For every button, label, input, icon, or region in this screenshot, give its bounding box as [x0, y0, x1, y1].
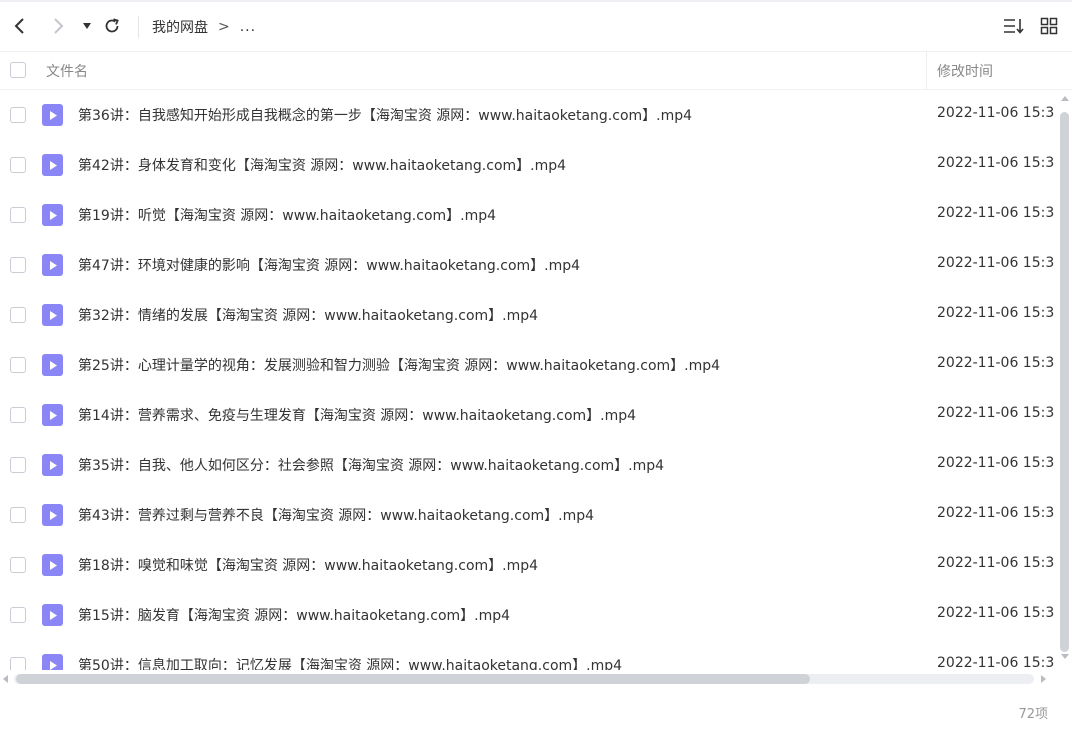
- file-name[interactable]: 第35讲：自我、他人如何区分：社会参照【海淘宝资 源网：www.haitaoke…: [78, 455, 664, 475]
- row-checkbox[interactable]: [10, 257, 26, 273]
- video-file-icon: [42, 154, 63, 176]
- row-checkbox[interactable]: [10, 557, 26, 573]
- file-row[interactable]: 第42讲：身体发育和变化【海淘宝资 源网：www.haitaoketang.co…: [0, 140, 1058, 190]
- sort-button[interactable]: [1003, 15, 1025, 37]
- refresh-icon: [105, 18, 119, 33]
- row-checkbox[interactable]: [10, 507, 26, 523]
- history-dropdown-button[interactable]: [76, 15, 98, 37]
- video-file-icon: [42, 504, 63, 526]
- file-row[interactable]: 第14讲：营养需求、免疫与生理发育【海淘宝资 源网：www.haitaoketa…: [0, 390, 1058, 440]
- file-modified-time: 2022-11-06 15:3: [937, 205, 1055, 221]
- video-file-icon: [42, 354, 63, 376]
- toolbar-divider: [138, 16, 139, 38]
- sort-list-icon: [1004, 19, 1024, 34]
- file-modified-time: 2022-11-06 15:3: [937, 605, 1055, 621]
- file-row[interactable]: 第15讲：脑发育【海淘宝资 源网：www.haitaoketang.com】.m…: [0, 590, 1058, 640]
- video-file-icon: [42, 604, 63, 626]
- file-name[interactable]: 第36讲：自我感知开始形成自我概念的第一步【海淘宝资 源网：www.haitao…: [78, 105, 692, 125]
- file-name[interactable]: 第19讲：听觉【海淘宝资 源网：www.haitaoketang.com】.mp…: [78, 205, 496, 225]
- scroll-right-arrow[interactable]: [1041, 675, 1046, 683]
- breadcrumb-root[interactable]: 我的网盘: [152, 17, 208, 37]
- file-row[interactable]: 第35讲：自我、他人如何区分：社会参照【海淘宝资 源网：www.haitaoke…: [0, 440, 1058, 490]
- chevron-right-icon: [54, 18, 64, 34]
- breadcrumb-ellipsis[interactable]: ...: [240, 19, 256, 35]
- file-row[interactable]: 第25讲：心理计量学的视角：发展测验和智力测验【海淘宝资 源网：www.hait…: [0, 340, 1058, 390]
- grid-view-icon: [1040, 17, 1058, 35]
- table-header: 文件名 修改时间: [0, 52, 1072, 90]
- video-file-icon: [42, 554, 63, 576]
- scroll-left-arrow[interactable]: [3, 675, 8, 683]
- file-name[interactable]: 第25讲：心理计量学的视角：发展测验和智力测验【海淘宝资 源网：www.hait…: [78, 355, 720, 375]
- toolbar: 我的网盘 > ...: [0, 2, 1072, 52]
- column-divider[interactable]: [926, 52, 927, 90]
- horizontal-scrollbar[interactable]: [0, 670, 1058, 688]
- file-row[interactable]: 第43讲：营养过剩与营养不良【海淘宝资 源网：www.haitaoketang.…: [0, 490, 1058, 540]
- video-file-icon: [42, 404, 63, 426]
- file-modified-time: 2022-11-06 15:3: [937, 105, 1055, 121]
- column-header-modified-time[interactable]: 修改时间: [937, 61, 993, 81]
- row-checkbox[interactable]: [10, 107, 26, 123]
- status-bar: 72项: [0, 692, 1072, 733]
- file-name[interactable]: 第14讲：营养需求、免疫与生理发育【海淘宝资 源网：www.haitaoketa…: [78, 405, 636, 425]
- file-modified-time: 2022-11-06 15:3: [937, 155, 1055, 171]
- file-row[interactable]: 第19讲：听觉【海淘宝资 源网：www.haitaoketang.com】.mp…: [0, 190, 1058, 240]
- file-name[interactable]: 第47讲：环境对健康的影响【海淘宝资 源网：www.haitaoketang.c…: [78, 255, 580, 275]
- file-name[interactable]: 第32讲：情绪的发展【海淘宝资 源网：www.haitaoketang.com】…: [78, 305, 538, 325]
- row-checkbox[interactable]: [10, 657, 26, 670]
- video-file-icon: [42, 454, 63, 476]
- file-name[interactable]: 第42讲：身体发育和变化【海淘宝资 源网：www.haitaoketang.co…: [78, 155, 566, 175]
- file-name[interactable]: 第15讲：脑发育【海淘宝资 源网：www.haitaoketang.com】.m…: [78, 605, 510, 625]
- chevron-left-icon: [14, 18, 24, 34]
- file-modified-time: 2022-11-06 15:3: [937, 255, 1055, 271]
- item-count: 72项: [1018, 707, 1048, 722]
- row-checkbox[interactable]: [10, 607, 26, 623]
- scroll-down-arrow[interactable]: [1061, 654, 1069, 659]
- file-row[interactable]: 第32讲：情绪的发展【海淘宝资 源网：www.haitaoketang.com】…: [0, 290, 1058, 340]
- video-file-icon: [42, 654, 63, 670]
- file-modified-time: 2022-11-06 15:3: [937, 505, 1055, 521]
- file-name[interactable]: 第50讲：信息加工取向：记忆发展【海淘宝资 源网：www.haitaoketan…: [78, 655, 622, 670]
- video-file-icon: [42, 104, 63, 126]
- file-modified-time: 2022-11-06 15:3: [937, 555, 1055, 571]
- file-modified-time: 2022-11-06 15:3: [937, 355, 1055, 371]
- file-modified-time: 2022-11-06 15:3: [937, 455, 1055, 471]
- scroll-up-arrow[interactable]: [1061, 96, 1069, 101]
- horizontal-scroll-thumb[interactable]: [16, 674, 810, 684]
- video-file-icon: [42, 304, 63, 326]
- row-checkbox[interactable]: [10, 457, 26, 473]
- row-checkbox[interactable]: [10, 307, 26, 323]
- row-checkbox[interactable]: [10, 157, 26, 173]
- row-checkbox[interactable]: [10, 407, 26, 423]
- refresh-button[interactable]: [101, 15, 123, 37]
- file-row[interactable]: 第50讲：信息加工取向：记忆发展【海淘宝资 源网：www.haitaoketan…: [0, 640, 1058, 670]
- breadcrumb-separator: >: [218, 19, 230, 35]
- column-header-name[interactable]: 文件名: [46, 61, 88, 81]
- select-all-checkbox[interactable]: [10, 62, 26, 78]
- back-button[interactable]: [9, 15, 31, 37]
- file-name[interactable]: 第18讲：嗅觉和味觉【海淘宝资 源网：www.haitaoketang.com】…: [78, 555, 538, 575]
- file-name[interactable]: 第43讲：营养过剩与营养不良【海淘宝资 源网：www.haitaoketang.…: [78, 505, 594, 525]
- forward-button[interactable]: [47, 15, 69, 37]
- breadcrumb: 我的网盘 > ...: [152, 17, 256, 37]
- file-modified-time: 2022-11-06 15:3: [937, 655, 1055, 670]
- video-file-icon: [42, 204, 63, 226]
- video-file-icon: [42, 254, 63, 276]
- row-checkbox[interactable]: [10, 357, 26, 373]
- caret-down-icon: [83, 23, 91, 29]
- row-checkbox[interactable]: [10, 207, 26, 223]
- file-row[interactable]: 第47讲：环境对健康的影响【海淘宝资 源网：www.haitaoketang.c…: [0, 240, 1058, 290]
- grid-view-button[interactable]: [1038, 15, 1060, 37]
- file-list: 第36讲：自我感知开始形成自我概念的第一步【海淘宝资 源网：www.haitao…: [0, 90, 1058, 670]
- file-modified-time: 2022-11-06 15:3: [937, 305, 1055, 321]
- file-row[interactable]: 第36讲：自我感知开始形成自我概念的第一步【海淘宝资 源网：www.haitao…: [0, 90, 1058, 140]
- file-modified-time: 2022-11-06 15:3: [937, 405, 1055, 421]
- file-row[interactable]: 第18讲：嗅觉和味觉【海淘宝资 源网：www.haitaoketang.com】…: [0, 540, 1058, 590]
- vertical-scroll-thumb[interactable]: [1060, 112, 1069, 652]
- vertical-scrollbar[interactable]: [1058, 90, 1072, 670]
